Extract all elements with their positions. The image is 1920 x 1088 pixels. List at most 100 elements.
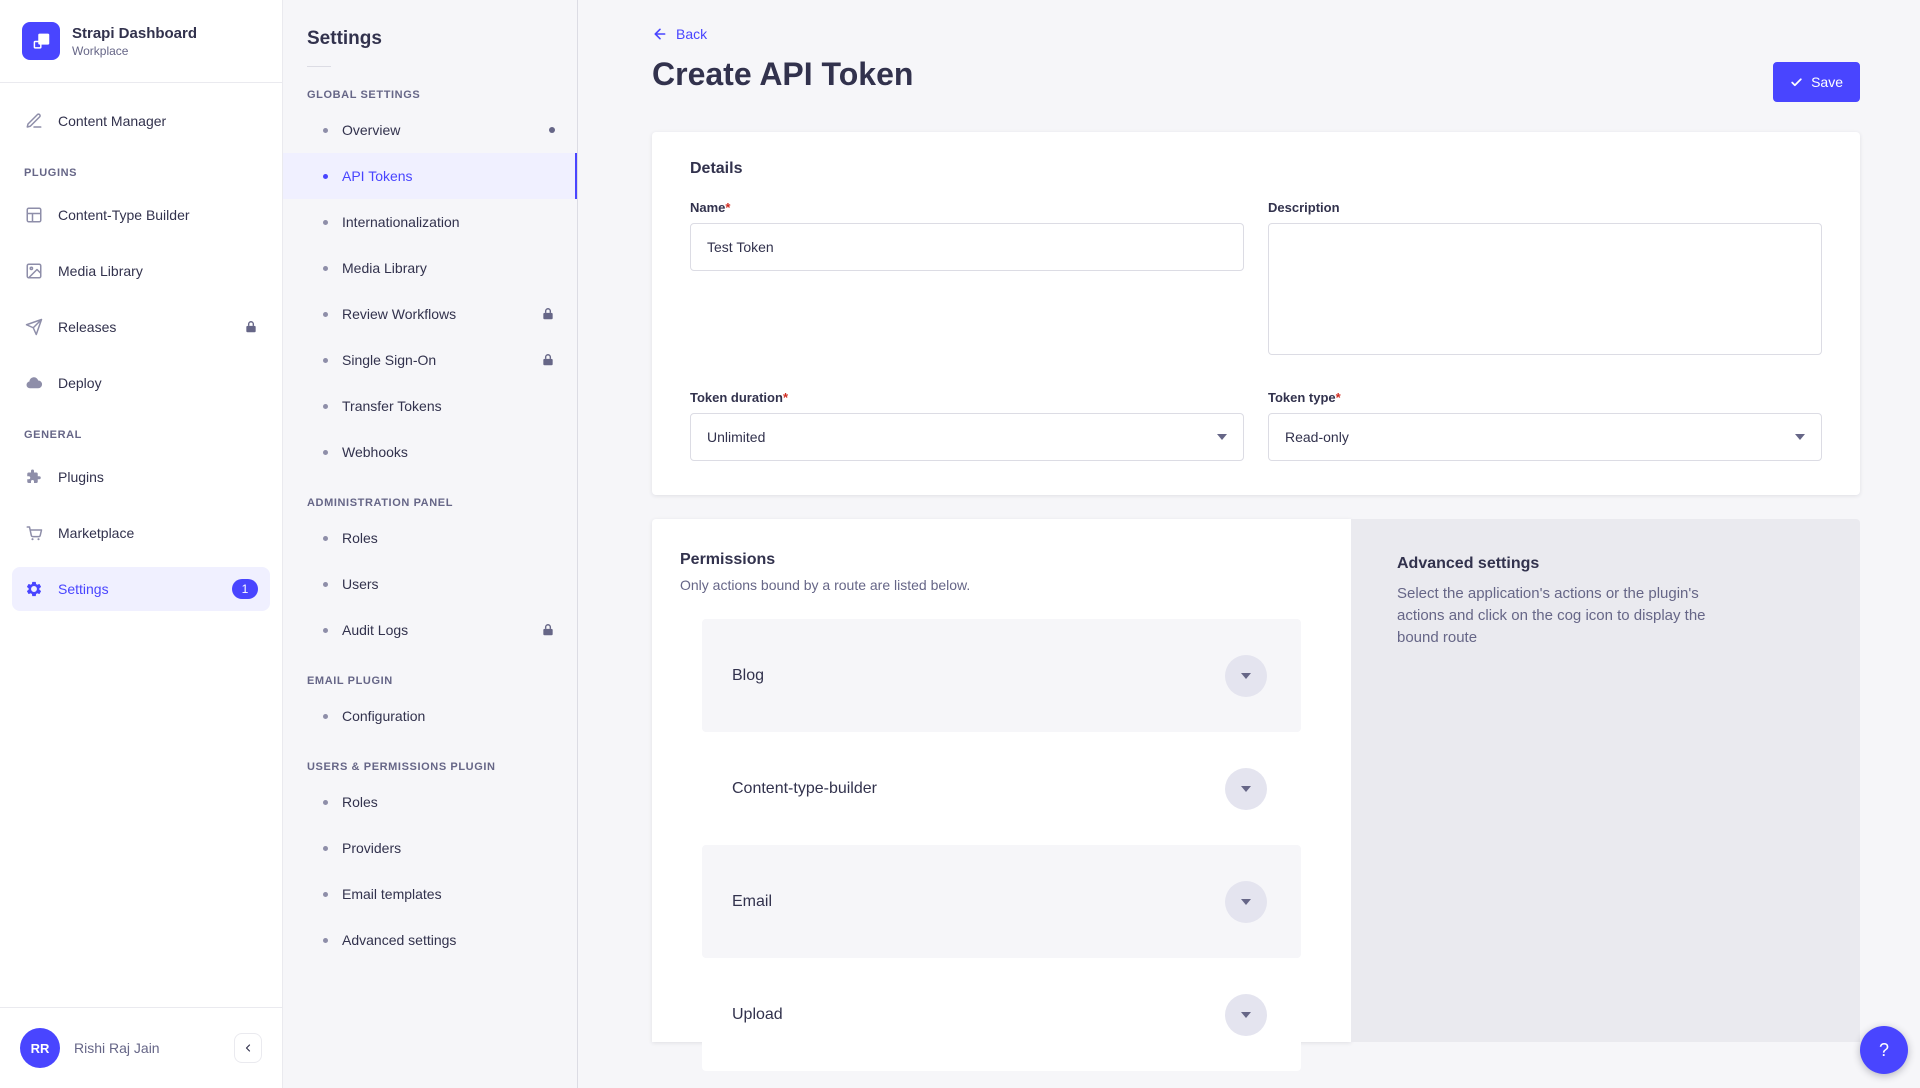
sidebar-item-label: Plugins bbox=[58, 469, 104, 485]
details-card: Details Name* Description Token duration… bbox=[652, 132, 1860, 495]
avatar[interactable]: RR bbox=[20, 1028, 60, 1068]
bullet-icon bbox=[323, 450, 328, 455]
expand-blog-button[interactable] bbox=[1225, 655, 1267, 697]
name-input[interactable] bbox=[690, 223, 1244, 271]
required-asterisk: * bbox=[725, 200, 730, 215]
subnav-item-admin-roles[interactable]: Roles bbox=[283, 515, 577, 561]
expand-email-button[interactable] bbox=[1225, 881, 1267, 923]
bullet-icon bbox=[323, 128, 328, 133]
subnav-item-webhooks[interactable]: Webhooks bbox=[283, 429, 577, 475]
subnav-item-label: Transfer Tokens bbox=[342, 398, 442, 414]
required-asterisk: * bbox=[1336, 390, 1341, 405]
caret-down-icon bbox=[1241, 1012, 1251, 1018]
subnav-item-media-library[interactable]: Media Library bbox=[283, 245, 577, 291]
lock-icon bbox=[541, 307, 555, 321]
subnav-item-label: Roles bbox=[342, 794, 378, 810]
back-link[interactable]: Back bbox=[652, 26, 707, 42]
name-label: Name* bbox=[690, 200, 1244, 215]
subnav-item-api-tokens[interactable]: API Tokens bbox=[283, 153, 577, 199]
save-button[interactable]: Save bbox=[1773, 62, 1860, 102]
pen-icon bbox=[24, 112, 44, 130]
description-field-group: Description bbox=[1268, 200, 1822, 360]
accordion-blog[interactable]: Blog bbox=[702, 619, 1301, 732]
description-label: Description bbox=[1268, 200, 1822, 215]
save-label: Save bbox=[1811, 74, 1843, 90]
subnav-item-label: Providers bbox=[342, 840, 401, 856]
chevron-down-icon bbox=[1795, 434, 1805, 440]
user-name: Rishi Raj Jain bbox=[74, 1040, 160, 1056]
subnav-item-internationalization[interactable]: Internationalization bbox=[283, 199, 577, 245]
sidebar-item-content-type-builder[interactable]: Content-Type Builder bbox=[12, 193, 270, 237]
token-type-label: Token type* bbox=[1268, 390, 1822, 405]
accordion-email[interactable]: Email bbox=[702, 845, 1301, 958]
lock-icon bbox=[541, 353, 555, 367]
permissions-card: Permissions Only actions bound by a rout… bbox=[652, 519, 1351, 1042]
accordion-content-type-builder[interactable]: Content-type-builder bbox=[702, 732, 1301, 845]
subnav-item-label: Audit Logs bbox=[342, 622, 408, 638]
help-button[interactable]: ? bbox=[1860, 1026, 1908, 1074]
workspace-header[interactable]: Strapi Dashboard Workplace bbox=[0, 0, 282, 83]
bullet-icon bbox=[323, 714, 328, 719]
advanced-settings-panel: Advanced settings Select the application… bbox=[1351, 519, 1860, 1042]
subnav-item-audit-logs[interactable]: Audit Logs bbox=[283, 607, 577, 653]
image-icon bbox=[24, 262, 44, 280]
token-type-field-group: Token type* Read-only bbox=[1268, 390, 1822, 461]
settings-subnav: Settings GLOBAL SETTINGS Overview API To… bbox=[283, 0, 578, 1088]
name-field-group: Name* bbox=[690, 200, 1244, 271]
bullet-icon bbox=[323, 536, 328, 541]
token-type-select[interactable]: Read-only bbox=[1268, 413, 1822, 461]
subnav-item-label: Overview bbox=[342, 122, 400, 138]
description-textarea[interactable] bbox=[1268, 223, 1822, 355]
app-subtitle: Workplace bbox=[72, 44, 197, 58]
back-label: Back bbox=[676, 26, 707, 42]
subnav-item-single-sign-on[interactable]: Single Sign-On bbox=[283, 337, 577, 383]
sidebar-item-releases[interactable]: Releases bbox=[12, 305, 270, 349]
subnav-item-label: Configuration bbox=[342, 708, 425, 724]
main-nav: Content Manager PLUGINS Content-Type Bui… bbox=[0, 83, 282, 1007]
bullet-icon bbox=[323, 938, 328, 943]
subnav-item-advanced-settings[interactable]: Advanced settings bbox=[283, 917, 577, 963]
token-duration-value: Unlimited bbox=[707, 429, 765, 445]
token-duration-field-group: Token duration* Unlimited bbox=[690, 390, 1244, 461]
strapi-logo-icon bbox=[22, 22, 60, 60]
accordion-upload[interactable]: Upload bbox=[702, 958, 1301, 1071]
subnav-item-providers[interactable]: Providers bbox=[283, 825, 577, 871]
gear-icon bbox=[24, 580, 44, 598]
sidebar-item-label: Content Manager bbox=[58, 113, 166, 129]
subnav-section-administration-panel: ADMINISTRATION PANEL bbox=[307, 497, 553, 509]
collapse-sidebar-button[interactable] bbox=[234, 1033, 262, 1063]
sidebar-section-general: GENERAL bbox=[24, 429, 258, 441]
subnav-section-global-settings: GLOBAL SETTINGS bbox=[307, 89, 553, 101]
sidebar-item-settings[interactable]: Settings 1 bbox=[12, 567, 270, 611]
accordion-label: Upload bbox=[732, 1006, 783, 1024]
subnav-item-email-templates[interactable]: Email templates bbox=[283, 871, 577, 917]
sidebar-item-media-library[interactable]: Media Library bbox=[12, 249, 270, 293]
sidebar-item-deploy[interactable]: Deploy bbox=[12, 361, 270, 405]
expand-content-type-builder-button[interactable] bbox=[1225, 768, 1267, 810]
sidebar-item-label: Media Library bbox=[58, 263, 143, 279]
cloud-icon bbox=[24, 374, 44, 392]
token-duration-select[interactable]: Unlimited bbox=[690, 413, 1244, 461]
subnav-item-configuration[interactable]: Configuration bbox=[283, 693, 577, 739]
sidebar-item-marketplace[interactable]: Marketplace bbox=[12, 511, 270, 555]
subnav-item-label: Review Workflows bbox=[342, 306, 456, 322]
sidebar-item-label: Deploy bbox=[58, 375, 102, 391]
page-title: Create API Token bbox=[652, 56, 913, 93]
expand-upload-button[interactable] bbox=[1225, 994, 1267, 1036]
subnav-item-users[interactable]: Users bbox=[283, 561, 577, 607]
subnav-item-overview[interactable]: Overview bbox=[283, 107, 577, 153]
app-layout: Strapi Dashboard Workplace Content Manag… bbox=[0, 0, 1920, 1088]
token-type-value: Read-only bbox=[1285, 429, 1349, 445]
bullet-icon bbox=[323, 312, 328, 317]
subnav-item-up-roles[interactable]: Roles bbox=[283, 779, 577, 825]
subnav-item-transfer-tokens[interactable]: Transfer Tokens bbox=[283, 383, 577, 429]
subnav-section-users-permissions-plugin: USERS & PERMISSIONS PLUGIN bbox=[307, 761, 553, 773]
subnav-item-label: Webhooks bbox=[342, 444, 408, 460]
subnav-item-review-workflows[interactable]: Review Workflows bbox=[283, 291, 577, 337]
subnav-item-label: Media Library bbox=[342, 260, 427, 276]
bullet-icon bbox=[323, 266, 328, 271]
bullet-icon bbox=[323, 628, 328, 633]
sidebar-item-plugins[interactable]: Plugins bbox=[12, 455, 270, 499]
main-content: Back Create API Token Save Details Name*… bbox=[578, 0, 1920, 1088]
sidebar-item-content-manager[interactable]: Content Manager bbox=[12, 99, 270, 143]
